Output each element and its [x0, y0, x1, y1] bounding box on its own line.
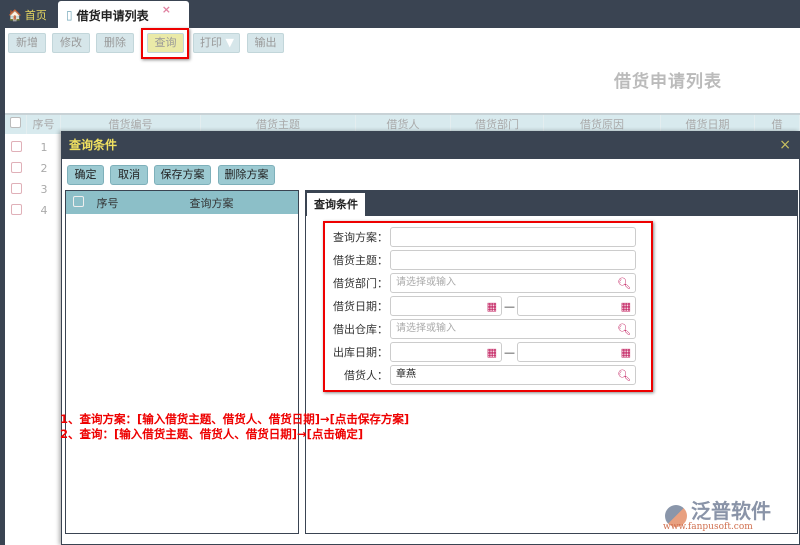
warehouse-input[interactable]: 请选择或输入 🔍︎ [390, 319, 636, 339]
field-label: 查询方案： [333, 231, 388, 244]
delete-scheme-button[interactable]: 删除方案 [218, 165, 275, 185]
field-label: 借货日期： [333, 300, 388, 313]
field-label: 借货部门： [333, 277, 388, 290]
loan-date-to-input[interactable]: ▦ [517, 296, 636, 316]
calendar-icon[interactable]: ▦ [621, 298, 631, 316]
left-border [0, 28, 5, 545]
table-row[interactable]: 1 [5, 137, 61, 158]
row-checkbox[interactable] [10, 203, 22, 215]
scheme-list-header: 序号 查询方案 [66, 191, 298, 214]
add-button[interactable]: 新增 [8, 33, 46, 53]
field-row: 借出仓库： 请选择或输入 🔍︎ [328, 319, 636, 339]
col-header: 序号 [27, 115, 61, 134]
row-number: 4 [40, 204, 48, 217]
fanpu-logo: 泛普软件 www.fanpusoft.com [663, 499, 771, 532]
select-all-checkbox[interactable] [5, 115, 27, 134]
range-dash: — [504, 345, 515, 359]
cancel-button[interactable]: 取消 [110, 165, 148, 185]
row-checkbox[interactable] [10, 140, 22, 152]
criteria-form: 查询方案： 借货主题： 借货部门： 请选择或输入 🔍︎ 借货日期： ▦ — ▦ 借出仓库：… [328, 227, 636, 385]
search-icon[interactable]: 🔍︎ [617, 321, 631, 339]
table-row[interactable]: 2 [5, 158, 61, 179]
field-label: 借货主题： [333, 254, 388, 267]
field-label: 借出仓库： [333, 323, 388, 336]
field-row: 借货人： 章燕 🔍︎ [328, 365, 636, 385]
department-input[interactable]: 请选择或输入 🔍︎ [390, 273, 636, 293]
col-header: 查询方案 [189, 196, 234, 210]
print-label: 打印 [200, 36, 222, 49]
logo-name: 泛普软件 [691, 499, 771, 523]
save-scheme-button[interactable]: 保存方案 [154, 165, 211, 185]
table-row[interactable]: 4 [5, 200, 61, 221]
delete-button[interactable]: 删除 [96, 33, 134, 53]
calendar-icon[interactable]: ▦ [487, 298, 497, 316]
input-value: 章燕 [396, 369, 416, 380]
row-checkbox[interactable] [10, 161, 22, 173]
subject-input[interactable] [390, 250, 636, 270]
dropdown-arrow-icon: ▼ [225, 36, 234, 49]
tab-query-criteria[interactable]: 查询条件 [307, 193, 365, 216]
instruction-note: 2、查询：[输入借货主题、借货人、借货日期]→[点击确定] [60, 427, 364, 441]
tab-home[interactable]: 🏠 首页 [8, 4, 47, 28]
document-icon: ▯ [66, 8, 73, 22]
placeholder: 请选择或输入 [396, 323, 456, 334]
borrower-input[interactable]: 章燕 🔍︎ [390, 365, 636, 385]
logo-url: www.fanpusoft.com [663, 522, 753, 532]
tab-loan-list[interactable]: ▯ 借货申请列表 × [58, 1, 189, 29]
row-checkbox[interactable] [10, 182, 22, 194]
export-button[interactable]: 输出 [247, 33, 284, 53]
confirm-button[interactable]: 确定 [67, 165, 104, 185]
close-tab-icon[interactable]: × [162, 3, 171, 16]
field-row: 借货日期： ▦ — ▦ [328, 296, 636, 316]
field-row: 出库日期： ▦ — ▦ [328, 342, 636, 362]
row-number: 2 [40, 162, 48, 175]
table-row[interactable]: 3 [5, 179, 61, 200]
select-all-checkbox[interactable] [66, 195, 90, 210]
outbound-date-from-input[interactable]: ▦ [390, 342, 502, 362]
home-icon: 🏠 [8, 9, 22, 22]
query-dialog: 查询条件 × 确定 取消 保存方案 删除方案 序号 查询方案 查询条件 查询方案… [61, 131, 800, 545]
outbound-date-to-input[interactable]: ▦ [517, 342, 636, 362]
query-button[interactable]: 查询 [147, 33, 184, 53]
range-dash: — [504, 299, 515, 313]
search-icon[interactable]: 🔍︎ [617, 275, 631, 293]
loan-date-from-input[interactable]: ▦ [390, 296, 502, 316]
placeholder: 请选择或输入 [396, 277, 456, 288]
dialog-title: 查询条件 [62, 132, 800, 159]
page-title: 借货申请列表 [614, 72, 722, 92]
field-row: 借货部门： 请选择或输入 🔍︎ [328, 273, 636, 293]
edit-button[interactable]: 修改 [52, 33, 90, 53]
field-label: 出库日期： [333, 346, 388, 359]
calendar-icon[interactable]: ▦ [487, 344, 497, 362]
calendar-icon[interactable]: ▦ [621, 344, 631, 362]
tab-label: 借货申请列表 [76, 8, 149, 23]
print-button[interactable]: 打印 ▼ [193, 33, 240, 53]
scheme-list-panel: 序号 查询方案 [65, 190, 299, 534]
row-number: 3 [40, 183, 48, 196]
field-row: 借货主题： [328, 250, 636, 270]
col-header: 序号 [96, 196, 119, 210]
field-label: 借货人： [344, 369, 388, 382]
close-icon[interactable]: × [779, 132, 791, 159]
instruction-note: 1、查询方案：[输入借货主题、借货人、借货日期]→[点击保存方案] [60, 412, 410, 426]
scheme-name-input[interactable] [390, 227, 636, 247]
field-row: 查询方案： [328, 227, 636, 247]
row-number: 1 [40, 141, 48, 154]
search-icon[interactable]: 🔍︎ [617, 367, 631, 385]
tab-home-label: 首页 [24, 9, 47, 22]
